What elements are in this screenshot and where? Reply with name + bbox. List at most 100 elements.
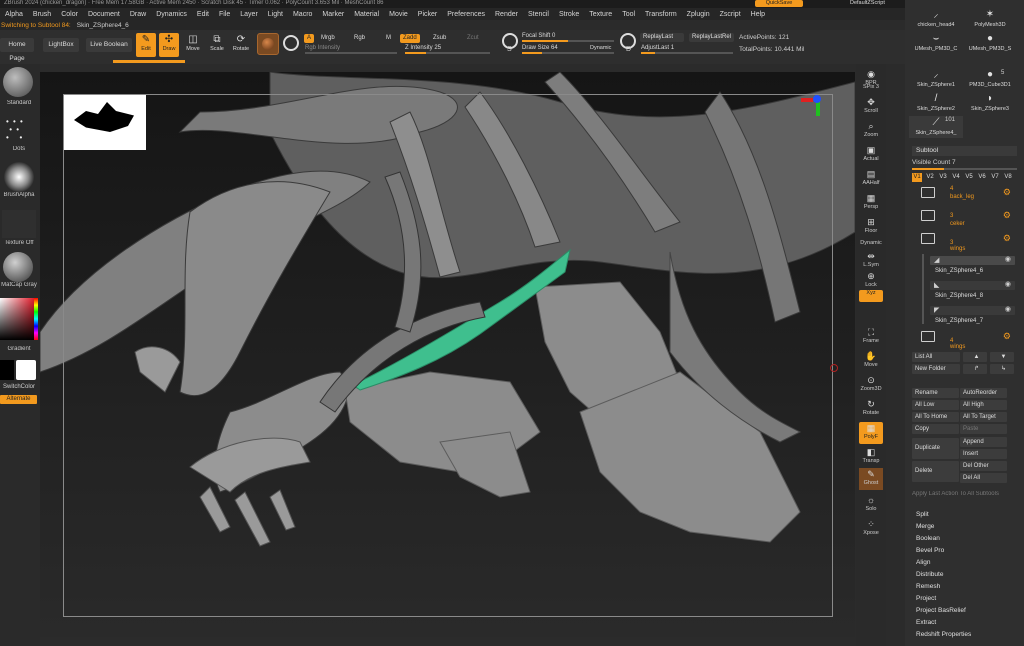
zadd-button[interactable]: Zadd [400,34,420,43]
extract-menu[interactable]: Extract [912,617,1017,629]
all-high-button[interactable]: All High [960,400,1007,410]
hue-strip[interactable] [34,298,38,340]
lightbox-button[interactable]: LightBox [43,38,79,52]
menu-item-material[interactable]: Material [349,11,384,18]
menu-item-picker[interactable]: Picker [413,11,442,18]
new-folder-button[interactable]: New Folder [912,364,960,374]
draw-size-slider[interactable]: Draw Size 64 Dynamic [522,45,614,54]
all-to-target-button[interactable]: All To Target [960,412,1007,422]
list-all-button[interactable]: List All [912,352,960,362]
zoom-button[interactable]: ⌕ Zoom [859,120,883,142]
merge-menu[interactable]: Merge [912,521,1017,533]
dynamic-button[interactable]: Dynamic [859,240,883,250]
append-button[interactable]: Append [960,437,1007,447]
menu-item-draw[interactable]: Draw [125,11,151,18]
color-picker[interactable]: Gradient [0,298,38,352]
menu-item-document[interactable]: Document [83,11,125,18]
subtool-header[interactable]: Subtool [912,146,1017,156]
menu-item-light[interactable]: Light [263,11,288,18]
z-intensity-slider[interactable]: Z Intensity 25 [405,45,490,54]
all-low-button[interactable]: All Low [912,400,959,410]
project-basrelief-menu[interactable]: Project BasRelief [912,605,1017,617]
xyz-button[interactable]: Xyz [859,290,883,302]
gear-icon[interactable]: ⚙ [1003,187,1011,198]
eye-icon[interactable]: ◉ [1005,255,1011,263]
distribute-menu[interactable]: Distribute [912,569,1017,581]
tool-skin-zsphere1[interactable]: ⸝ Skin_ZSphere1 [909,68,963,90]
project-menu[interactable]: Project [912,593,1017,605]
live-boolean-button[interactable]: Live Boolean [86,38,132,52]
move-down-icon[interactable]: ▼ [990,352,1014,362]
subtool-mesh-2[interactable]: ◣ ◉ Skin_ZSphere4_8 [930,279,1015,303]
menu-item-movie[interactable]: Movie [384,11,413,18]
zcut-button[interactable]: Zcut [464,34,482,43]
gizmo-toggle-icon[interactable] [283,35,299,51]
menu-item-marker[interactable]: Marker [317,11,349,18]
floor-button[interactable]: ⊞ Floor [859,216,883,238]
brush-selector[interactable]: Standard [0,64,38,110]
del-other-button[interactable]: Del Other [960,461,1007,471]
scale-button[interactable]: ⧉ Scale [207,33,227,57]
home-page-button[interactable]: Home Page [0,38,34,62]
focal-shift-slider[interactable]: Focal Shift 0 [522,33,614,42]
axis-gizmo[interactable] [798,92,828,122]
move-view-button[interactable]: ✋ Move [859,350,883,372]
redshift-properties-menu[interactable]: Redshift Properties [912,629,1017,641]
menu-item-dynamics[interactable]: Dynamics [151,11,192,18]
adjust-last-slider[interactable]: AdjustLast 1 [641,45,733,54]
tool-chicken-head[interactable]: ⸝ chicken_head4 [909,8,963,30]
lock-button[interactable]: ⊕ Lock [859,270,883,292]
align-menu[interactable]: Align [912,557,1017,569]
menu-item-zplugin[interactable]: Zplugin [682,11,715,18]
canvas-viewport[interactable] [40,72,855,637]
color-field[interactable] [0,298,36,340]
tool-umesh-s[interactable]: ● UMesh_PM3D_S [963,32,1017,54]
a-button[interactable]: A [304,34,315,43]
tab-v2[interactable]: V2 [925,173,935,182]
menu-item-layer[interactable]: Layer [235,11,263,18]
auto-reorder-button[interactable]: AutoReorder [960,388,1007,398]
zsub-button[interactable]: Zsub [430,34,449,43]
tab-v6[interactable]: V6 [977,173,987,182]
menu-item-zscript[interactable]: Zscript [715,11,746,18]
tab-v3[interactable]: V3 [938,173,948,182]
tool-pm3d-cube[interactable]: ● PM3D_Cube3D1 [963,68,1017,90]
menu-item-transform[interactable]: Transform [640,11,682,18]
all-to-home-button[interactable]: All To Home [912,412,959,422]
menu-item-preferences[interactable]: Preferences [442,11,490,18]
rgb-button[interactable]: Rgb [351,34,368,43]
move-up-icon[interactable]: ▲ [963,352,987,362]
tab-v7[interactable]: V7 [990,173,1000,182]
duplicate-button[interactable]: Duplicate [912,438,959,459]
frame-button[interactable]: ⛶ Frame [859,326,883,348]
remesh-menu[interactable]: Remesh [912,581,1017,593]
menu-item-brush[interactable]: Brush [28,11,56,18]
tab-v5[interactable]: V5 [964,173,974,182]
xpose-button[interactable]: ⁘ Xpose [859,518,883,540]
rgb-intensity-slider[interactable]: Rgb Intensity [305,45,397,54]
ghost-button[interactable]: ✎ Ghost [859,468,883,490]
menu-item-edit[interactable]: Edit [192,11,214,18]
gear-icon[interactable]: ⚙ [1003,331,1011,342]
stroke-selector[interactable]: • • • • • • • Dots [0,112,38,158]
edit-button[interactable]: ✎ Edit [136,33,156,57]
rename-button[interactable]: Rename [912,388,959,398]
insert-button[interactable]: Insert [960,449,1007,459]
boolean-menu[interactable]: Boolean [912,533,1017,545]
del-all-button[interactable]: Del All [960,473,1007,483]
split-menu[interactable]: Split [912,509,1017,521]
paste-button[interactable]: Paste [960,424,1007,434]
menu-item-file[interactable]: File [214,11,235,18]
mrgb-button[interactable]: Mrgb [318,34,338,43]
apply-last-action-button[interactable]: Apply Last Action To All Subtools [912,491,1024,497]
solo-button[interactable]: ☼ Solo [859,494,883,516]
menu-item-alpha[interactable]: Alpha [0,11,28,18]
draw-button[interactable]: ✣ Draw [159,33,179,57]
replay-last-rel-button[interactable]: ReplayLastRel [689,33,734,42]
gear-icon[interactable]: ⚙ [1003,210,1011,221]
menu-item-stencil[interactable]: Stencil [523,11,554,18]
gear-icon[interactable]: ⚙ [1003,233,1011,244]
aahalf-button[interactable]: ▤ AAHalf [859,168,883,190]
subtool-mesh-3[interactable]: ◤ ◉ Skin_ZSphere4_7 [930,304,1015,328]
material-swatch[interactable] [257,33,279,55]
